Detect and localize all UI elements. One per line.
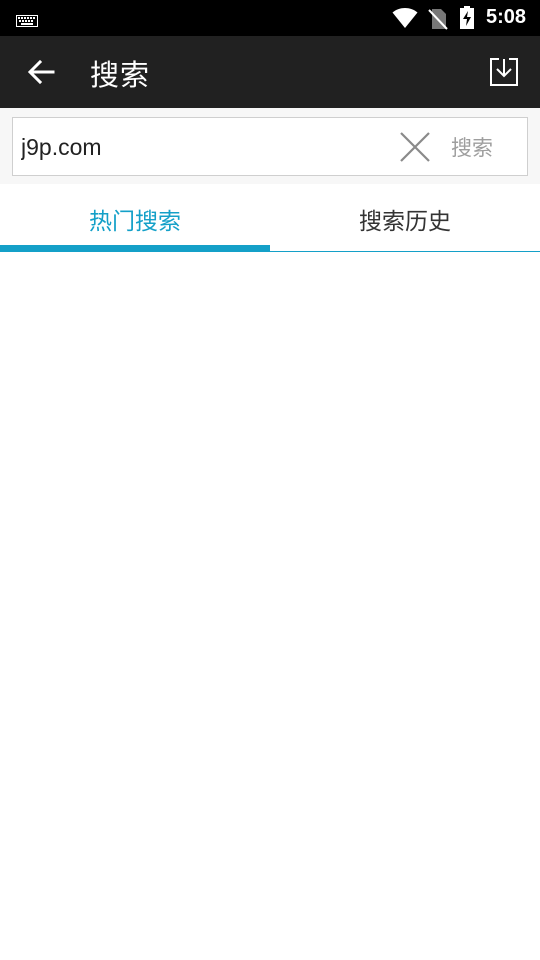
- tab-hot-search[interactable]: 热门搜索: [0, 184, 270, 252]
- keyboard-icon: [16, 12, 38, 31]
- battery-charging-icon: [459, 6, 475, 34]
- status-clock: 5:08: [486, 6, 527, 28]
- page-title: 搜索: [90, 58, 151, 92]
- search-area: 搜索: [0, 108, 540, 184]
- content-area: [0, 253, 540, 960]
- download-button[interactable]: [482, 50, 526, 94]
- search-box: 搜索: [12, 117, 528, 176]
- tab-indicator: [0, 245, 270, 251]
- tab-bar: 热门搜索 搜索历史: [0, 184, 540, 252]
- no-sim-icon: [428, 8, 448, 34]
- app-bar: 搜索: [0, 36, 540, 108]
- status-bar: 5:08: [0, 0, 540, 36]
- search-input[interactable]: [21, 128, 391, 166]
- back-button[interactable]: [20, 50, 64, 94]
- arrow-left-icon: [20, 59, 64, 98]
- wifi-icon: [392, 7, 418, 33]
- tab-search-history[interactable]: 搜索历史: [270, 184, 540, 252]
- download-icon: [482, 58, 526, 98]
- clear-button[interactable]: [398, 130, 432, 164]
- close-icon: [398, 132, 432, 168]
- search-submit-button[interactable]: 搜索: [451, 132, 493, 162]
